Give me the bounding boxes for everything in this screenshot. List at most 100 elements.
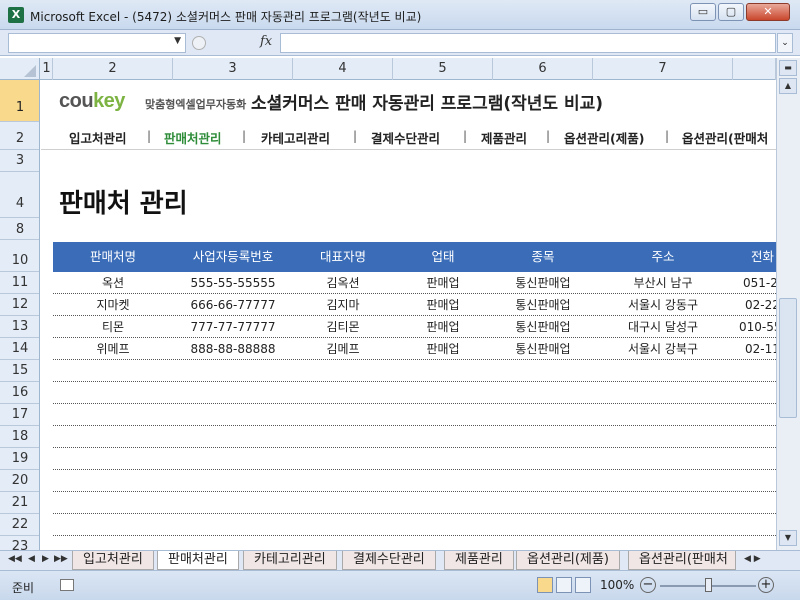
row-header[interactable]: 22 xyxy=(0,514,39,536)
vertical-scrollbar[interactable]: ▬ ▲ ▼ xyxy=(776,58,800,550)
menu-item-receiving[interactable]: 입고처관리 xyxy=(69,128,127,147)
row-header[interactable]: 21 xyxy=(0,492,39,514)
row-header[interactable]: 13 xyxy=(0,316,39,338)
cell-representative[interactable]: 김지마 xyxy=(293,294,393,316)
table-row[interactable]: 티몬 777-77-77777 김티몬 판매업 통신판매업 대구시 달성구 01… xyxy=(53,316,776,338)
cell-phone[interactable]: 010-55 xyxy=(733,316,776,338)
maximize-button[interactable]: ▢ xyxy=(718,3,744,21)
name-box[interactable]: ▼ xyxy=(8,33,186,53)
empty-table-row[interactable] xyxy=(53,514,776,536)
row-header[interactable]: 12 xyxy=(0,294,39,316)
menu-item-options-product[interactable]: 옵션관리(제품) xyxy=(564,128,644,147)
first-sheet-icon[interactable]: ◀◀ xyxy=(8,554,22,564)
cell-address[interactable]: 서울시 강북구 xyxy=(593,338,733,360)
empty-table-row[interactable] xyxy=(53,382,776,404)
row-header[interactable]: 1 xyxy=(0,80,39,122)
select-all-button[interactable] xyxy=(0,58,40,80)
row-header[interactable]: 4 xyxy=(0,172,39,218)
row-header[interactable]: 23 xyxy=(0,536,39,550)
cell-address[interactable]: 서울시 강동구 xyxy=(593,294,733,316)
table-row[interactable]: 지마켓 666-66-77777 김지마 판매업 통신판매업 서울시 강동구 0… xyxy=(53,294,776,316)
row-header[interactable]: 11 xyxy=(0,272,39,294)
column-header[interactable] xyxy=(733,58,776,80)
row-header[interactable]: 18 xyxy=(0,426,39,448)
close-button[interactable]: ✕ xyxy=(746,3,790,21)
cell-address[interactable]: 부산시 남구 xyxy=(593,272,733,294)
formula-input[interactable] xyxy=(280,33,776,53)
cell-representative[interactable]: 김메프 xyxy=(293,338,393,360)
column-header[interactable]: 4 xyxy=(293,58,393,80)
cell-business-number[interactable]: 555-55-55555 xyxy=(173,272,293,294)
sheet-tab-options-seller[interactable]: 옵션관리(판매처 xyxy=(628,551,736,570)
cell-business-item[interactable]: 통신판매업 xyxy=(493,294,593,316)
cell-business-type[interactable]: 판매업 xyxy=(393,316,493,338)
cell-phone[interactable]: 02-22 xyxy=(733,294,776,316)
cell-seller-name[interactable]: 위메프 xyxy=(53,338,173,360)
cell-phone[interactable]: 051-2 xyxy=(733,272,776,294)
menu-item-products[interactable]: 제품관리 xyxy=(481,128,527,147)
minimize-button[interactable]: ▭ xyxy=(690,3,716,21)
cell-phone[interactable]: 02-11 xyxy=(733,338,776,360)
row-header[interactable]: 3 xyxy=(0,150,39,172)
row-header[interactable]: 16 xyxy=(0,382,39,404)
cell-representative[interactable]: 김옥션 xyxy=(293,272,393,294)
column-header[interactable]: 1 xyxy=(41,58,53,80)
column-header[interactable]: 7 xyxy=(593,58,733,80)
page-layout-view-icon[interactable] xyxy=(556,577,572,593)
cell-business-item[interactable]: 통신판매업 xyxy=(493,316,593,338)
macro-record-icon[interactable] xyxy=(60,579,74,591)
cell-address[interactable]: 대구시 달성구 xyxy=(593,316,733,338)
empty-table-row[interactable] xyxy=(53,426,776,448)
empty-table-row[interactable] xyxy=(53,492,776,514)
page-break-view-icon[interactable] xyxy=(575,577,591,593)
sheet-tab-sellers[interactable]: 판매처관리 xyxy=(157,551,239,570)
chevron-down-icon[interactable]: ▼ xyxy=(174,36,181,46)
scroll-thumb[interactable] xyxy=(779,298,797,418)
row-header[interactable]: 10 xyxy=(0,240,39,272)
menu-item-payment[interactable]: 결제수단관리 xyxy=(371,128,440,147)
cell-seller-name[interactable]: 티몬 xyxy=(53,316,173,338)
row-header[interactable]: 15 xyxy=(0,360,39,382)
cell-representative[interactable]: 김티몬 xyxy=(293,316,393,338)
normal-view-icon[interactable] xyxy=(537,577,553,593)
zoom-in-button[interactable]: + xyxy=(758,577,774,593)
menu-item-category[interactable]: 카테고리관리 xyxy=(261,128,330,147)
sheet-tab-category[interactable]: 카테고리관리 xyxy=(243,551,337,570)
empty-table-row[interactable] xyxy=(53,404,776,426)
cell-seller-name[interactable]: 지마켓 xyxy=(53,294,173,316)
sheet-tab-products[interactable]: 제품관리 xyxy=(444,551,514,570)
row-header[interactable]: 2 xyxy=(0,122,39,150)
worksheet-grid[interactable]: coukey 맞춤형엑셀업무자동화 소셜커머스 판매 자동관리 프로그램(작년도… xyxy=(41,80,776,550)
scroll-down-icon[interactable]: ▼ xyxy=(779,530,797,546)
column-header[interactable]: 5 xyxy=(393,58,493,80)
column-header[interactable]: 6 xyxy=(493,58,593,80)
zoom-slider-handle[interactable] xyxy=(704,578,712,592)
zoom-level[interactable]: 100% xyxy=(600,578,634,592)
prev-sheet-icon[interactable]: ◀ xyxy=(28,554,35,564)
formula-cancel-icon[interactable] xyxy=(192,36,206,50)
cell-business-type[interactable]: 판매업 xyxy=(393,294,493,316)
row-header[interactable]: 14 xyxy=(0,338,39,360)
cell-business-type[interactable]: 판매업 xyxy=(393,338,493,360)
empty-table-row[interactable] xyxy=(53,360,776,382)
cell-business-number[interactable]: 777-77-77777 xyxy=(173,316,293,338)
sheet-tab-payment[interactable]: 결제수단관리 xyxy=(342,551,436,570)
cell-business-type[interactable]: 판매업 xyxy=(393,272,493,294)
column-header[interactable]: 2 xyxy=(53,58,173,80)
empty-table-row[interactable] xyxy=(53,470,776,492)
empty-table-row[interactable] xyxy=(53,448,776,470)
cell-seller-name[interactable]: 옥션 xyxy=(53,272,173,294)
column-header[interactable]: 3 xyxy=(173,58,293,80)
row-header[interactable]: 8 xyxy=(0,218,39,240)
scroll-up-icon[interactable]: ▲ xyxy=(779,78,797,94)
zoom-out-button[interactable]: − xyxy=(640,577,656,593)
tab-scroll-icon[interactable]: ◀ ▶ xyxy=(744,554,761,564)
insert-function-button[interactable]: fx xyxy=(260,34,272,49)
row-header[interactable]: 17 xyxy=(0,404,39,426)
formula-expand-button[interactable]: ⌄ xyxy=(777,33,793,53)
row-header[interactable]: 19 xyxy=(0,448,39,470)
cell-business-item[interactable]: 통신판매업 xyxy=(493,338,593,360)
cell-business-item[interactable]: 통신판매업 xyxy=(493,272,593,294)
table-row[interactable]: 옥션 555-55-55555 김옥션 판매업 통신판매업 부산시 남구 051… xyxy=(53,272,776,294)
last-sheet-icon[interactable]: ▶▶ xyxy=(54,554,68,564)
